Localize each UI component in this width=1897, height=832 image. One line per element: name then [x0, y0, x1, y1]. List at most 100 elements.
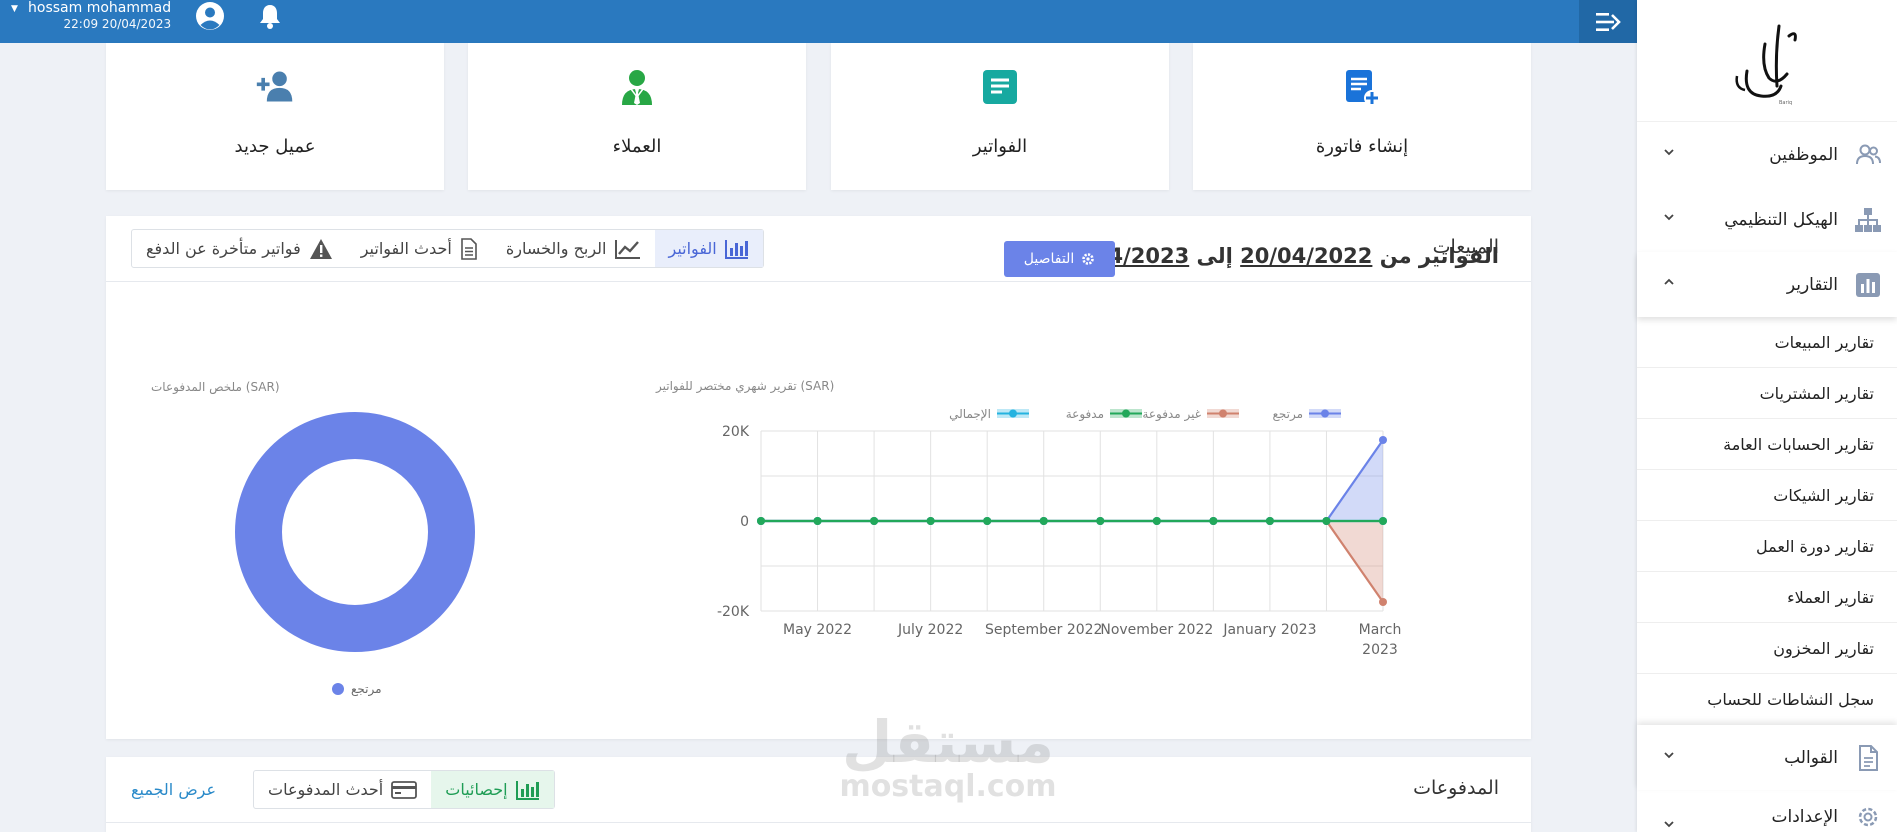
legend-label: غير مدفوعة: [1142, 407, 1201, 422]
legend-label: مرتجع: [1272, 407, 1303, 422]
data-point: [1265, 517, 1274, 525]
legend-label: الإجمالي: [949, 407, 991, 421]
sidebar-item-reports[interactable]: التقارير: [1637, 252, 1897, 317]
bar-chart-icon: [515, 780, 539, 800]
data-point: [1379, 436, 1387, 444]
sidebar-subitem-activity-log[interactable]: سجل النشاطات للحساب: [1637, 674, 1897, 725]
payments-summary-donut-chart: مرتجع: [235, 412, 475, 697]
bell-icon[interactable]: [256, 2, 284, 32]
legend-marker: [1219, 409, 1227, 418]
invoices-card[interactable]: الفواتير: [831, 43, 1169, 190]
data-point: [1152, 517, 1161, 525]
bar-chart-icon: [1856, 272, 1880, 297]
card-label: الفواتير: [972, 136, 1028, 157]
users-icon: [1856, 144, 1881, 164]
sidebar-item-label: الإعدادات: [1771, 807, 1838, 827]
series-area: [761, 521, 1383, 602]
x-tick-label: July 2022: [897, 622, 963, 638]
sidebar-item-label: التقارير: [1786, 274, 1838, 295]
legend-marker: [1122, 409, 1130, 418]
sales-tabs: الفواتير الربح والخسارة أحدث الفواتير فو…: [131, 229, 764, 268]
caret-down-icon: ▼: [11, 4, 18, 14]
brand-text: Bariq: [1779, 100, 1792, 106]
brand-logo: Bariq: [1735, 24, 1797, 106]
user-name: hossam mohammad: [28, 0, 172, 16]
data-point: [1379, 598, 1387, 606]
clients-card[interactable]: العملاء: [468, 43, 806, 190]
x-tick-label: September 2022: [985, 622, 1102, 638]
sidebar-subitem-workflow-reports[interactable]: تقارير دورة العمل: [1637, 521, 1897, 572]
sidebar-subitem-purchases-reports[interactable]: تقارير المشتريات: [1637, 368, 1897, 419]
credit-card-icon: [391, 780, 418, 799]
data-point: [813, 517, 822, 525]
cog-icon: [1082, 253, 1095, 265]
x-tick-label: March 2023: [1359, 622, 1402, 658]
user-menu[interactable]: ▼ hossam mohammad 22:09 20/04/2023: [11, 0, 172, 32]
monthly-invoices-line-chart: 20K 0 -20K May 2022 July 2022 September 2022N…: [717, 407, 1402, 658]
series-area: [761, 440, 1383, 521]
sidebar-item-label: الهيكل التنظيمي: [1724, 209, 1838, 230]
watermark-latin: mostaql.com: [839, 769, 1057, 804]
user-tie-icon: [622, 70, 652, 105]
create-invoice-card[interactable]: إنشاء فاتورة: [1193, 43, 1531, 190]
series-line: [761, 439, 1384, 523]
payments-title: المدفوعات: [1413, 777, 1499, 799]
chevron-down-icon: [1664, 149, 1674, 156]
tab-label: فواتير متأخرة عن الدفع: [146, 239, 301, 258]
tab-profit-loss[interactable]: الربح والخسارة: [492, 230, 655, 267]
chevron-down-icon: [1664, 752, 1674, 759]
tab-statistics[interactable]: إحصائيات: [431, 771, 554, 808]
file-plus-icon: [1346, 70, 1380, 106]
user-circle-icon[interactable]: [193, 1, 227, 35]
sidebar-subitem-clients-reports[interactable]: تقارير العملاء: [1637, 572, 1897, 623]
heading-to: إلى: [1196, 244, 1233, 268]
card-label: إنشاء فاتورة: [1315, 136, 1409, 157]
sidebar-item-employees[interactable]: الموظفين: [1637, 122, 1897, 187]
from-date[interactable]: 20/04/2022: [1240, 244, 1372, 268]
sidebar-toggle-button[interactable]: [1579, 0, 1637, 43]
data-point: [870, 517, 879, 525]
sidebar-subitem-sales-reports[interactable]: تقارير المبيعات: [1637, 317, 1897, 368]
legend-label: مرتجع: [351, 682, 382, 697]
reports-submenu: تقارير المبيعات تقارير المشتريات تقارير …: [1637, 317, 1897, 725]
x-tick-label: May 2022: [783, 622, 852, 638]
details-button[interactable]: التفاصيل: [1004, 241, 1115, 277]
y-tick-label: 0: [740, 514, 749, 530]
user-plus-icon: [256, 71, 293, 102]
y-tick-label: -20K: [717, 604, 750, 620]
donut-chart-caption: (SAR) ملخص المدفوعات: [151, 380, 280, 394]
card-label: عميل جديد: [234, 136, 316, 157]
tab-label: إحصائيات: [445, 780, 508, 799]
tab-latest-invoices[interactable]: أحدث الفواتير: [347, 230, 492, 267]
legend-item: مرتجع: [1272, 407, 1341, 422]
new-client-card[interactable]: عميل جديد: [106, 43, 444, 190]
sidebar-subitem-inventory-reports[interactable]: تقارير المخزون: [1637, 623, 1897, 674]
sidebar: Bariq الموظفين الهيكل التنظيمي التقارير …: [1637, 0, 1897, 832]
document-icon: [983, 70, 1017, 104]
sales-panel: المبيعات الفواتير الربح والخسارة أحدث ال…: [106, 216, 1531, 739]
file-text-icon: [461, 237, 477, 260]
payments-tabs: إحصائيات أحدث المدفوعات: [253, 770, 555, 809]
legend-item: مدفوعة: [1066, 407, 1142, 422]
chevron-down-icon: [1664, 821, 1674, 828]
sidebar-item-templates[interactable]: القوالب: [1637, 725, 1897, 790]
tab-invoices[interactable]: الفواتير: [654, 230, 763, 267]
series-line: [761, 519, 1384, 603]
sidebar-item-settings[interactable]: الإعدادات: [1637, 790, 1897, 832]
sidebar-item-label: القوالب: [1784, 747, 1838, 768]
line-chart-caption: (SAR) تقرير شهري مختصر للفواتير: [656, 379, 835, 393]
tab-overdue-invoices[interactable]: فواتير متأخرة عن الدفع: [132, 230, 347, 267]
view-all-link[interactable]: عرض الجميع: [131, 780, 216, 799]
legend-marker: [1009, 409, 1017, 418]
sidebar-subitem-cheques-reports[interactable]: تقارير الشيكات: [1637, 470, 1897, 521]
sidebar-subitem-general-accounts-reports[interactable]: تقارير الحسابات العامة: [1637, 419, 1897, 470]
tab-latest-payments[interactable]: أحدث المدفوعات: [254, 771, 431, 808]
data-point: [757, 517, 765, 525]
gear-icon: [1858, 807, 1878, 827]
heading-prefix: الفواتير من: [1379, 244, 1499, 268]
top-bar: ▼ hossam mohammad 22:09 20/04/2023: [0, 0, 1637, 43]
sidebar-item-org-structure[interactable]: الهيكل التنظيمي: [1637, 187, 1897, 252]
chevron-up-icon: [1664, 278, 1674, 285]
tab-label: أحدث المدفوعات: [268, 780, 384, 799]
watermark: مستقل mostaql.com: [838, 712, 1058, 802]
